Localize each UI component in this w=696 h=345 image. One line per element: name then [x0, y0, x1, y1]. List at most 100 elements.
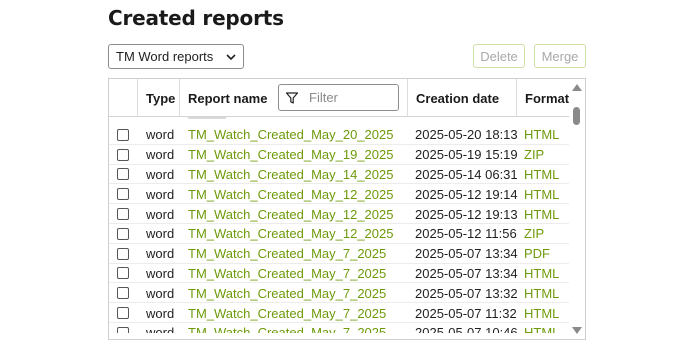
row-creation-date: 2025-05-07 13:34	[415, 265, 518, 281]
row-checkbox-cell[interactable]	[117, 224, 129, 244]
table-row[interactable]: word TM_Watch_Created_May_20_2025 2025-05-…	[109, 125, 569, 145]
table-header: Type Report name Creation date Format	[109, 79, 569, 117]
row-checkbox-cell[interactable]	[117, 283, 129, 303]
table-row[interactable]: word TM_Watch_Created_May_7_2025 2025-05-0…	[109, 283, 569, 304]
row-checkbox[interactable]	[117, 227, 129, 240]
chevron-down-icon	[226, 54, 236, 61]
row-type: word	[146, 127, 175, 143]
row-report-name-link[interactable]: TM_Watch_Created_May_12_2025	[188, 204, 393, 224]
row-report-name-link[interactable]: TM_Watch_Created_May_7_2025	[188, 264, 386, 284]
row-checkbox[interactable]	[117, 326, 129, 333]
status-badge	[187, 117, 227, 119]
row-creation-date: 2025-05-07 13:32	[415, 285, 518, 301]
row-report-name-link[interactable]: TM_Watch_Created_May_14_2025	[188, 165, 393, 185]
row-creation-date: 2025-05-07 11:32	[415, 305, 517, 321]
row-checkbox[interactable]	[117, 148, 129, 161]
row-checkbox-cell[interactable]	[117, 165, 129, 185]
table-row[interactable]: word TM_Watch_Created_May_12_2025 2025-05-…	[109, 224, 569, 244]
row-creation-date: 2025-05-07 10:46	[415, 325, 518, 333]
row-type: word	[146, 226, 175, 242]
merge-button[interactable]: Merge	[534, 44, 586, 68]
row-checkbox[interactable]	[117, 168, 129, 181]
row-creation-date: 2025-05-07 13:34	[415, 246, 518, 262]
row-checkbox[interactable]	[117, 247, 129, 260]
row-checkbox[interactable]	[117, 128, 129, 141]
table-row[interactable]: word TM_Watch_Created_May_7_2025 2025-05-0…	[109, 323, 569, 333]
row-checkbox-cell[interactable]	[117, 125, 129, 145]
row-creation-date: 2025-05-12 19:14	[415, 186, 518, 202]
column-header-type[interactable]: Type	[138, 79, 180, 117]
row-format-link[interactable]: HTML	[524, 323, 559, 333]
row-format-link[interactable]: HTML	[524, 125, 559, 145]
header-select-column	[109, 79, 138, 117]
row-type: word	[146, 265, 175, 281]
row-report-name-link[interactable]: TM_Watch_Created_May_20_2025	[188, 125, 393, 145]
reports-table: Type Report name Creation date Format wo…	[108, 78, 586, 340]
vertical-scrollbar[interactable]	[569, 79, 585, 339]
table-row[interactable]: word TM_Watch_Created_May_14_2025 2025-05-…	[109, 165, 569, 185]
report-type-select-value: TM Word reports	[116, 49, 214, 64]
column-header-format[interactable]: Format	[517, 79, 569, 117]
row-type: word	[146, 285, 175, 301]
row-format-link[interactable]: PDF	[524, 244, 550, 264]
row-format-link[interactable]: HTML	[524, 204, 559, 224]
row-checkbox-cell[interactable]	[117, 303, 129, 323]
filter-input[interactable]	[309, 90, 389, 105]
delete-button[interactable]: Delete	[473, 44, 525, 68]
row-format-link[interactable]: HTML	[524, 184, 559, 204]
row-report-name-link[interactable]: TM_Watch_Created_May_12_2025	[188, 184, 393, 204]
clipped-row-top	[109, 117, 569, 121]
row-checkbox-cell[interactable]	[117, 204, 129, 224]
row-creation-date: 2025-05-12 11:56	[415, 226, 517, 242]
row-report-name-link[interactable]: TM_Watch_Created_May_12_2025	[188, 224, 393, 244]
table-row[interactable]: word TM_Watch_Created_May_7_2025 2025-05-0…	[109, 264, 569, 284]
row-format-link[interactable]: ZIP	[524, 224, 544, 244]
row-checkbox-cell[interactable]	[117, 264, 129, 284]
row-creation-date: 2025-05-19 15:19	[415, 147, 518, 163]
column-header-creation-date[interactable]: Creation date	[408, 79, 517, 117]
page-title: Created reports	[108, 6, 284, 30]
table-row[interactable]: word TM_Watch_Created_May_7_2025 2025-05-0…	[109, 244, 569, 264]
row-format-link[interactable]: ZIP	[524, 145, 544, 165]
row-report-name-link[interactable]: TM_Watch_Created_May_7_2025	[188, 283, 386, 303]
row-creation-date: 2025-05-12 19:13	[415, 206, 518, 222]
scrollbar-thumb[interactable]	[573, 107, 580, 125]
filter-field[interactable]	[278, 84, 399, 111]
row-report-name-link[interactable]: TM_Watch_Created_May_7_2025	[188, 244, 386, 264]
row-checkbox-cell[interactable]	[117, 323, 129, 333]
row-type: word	[146, 246, 175, 262]
row-checkbox-cell[interactable]	[117, 244, 129, 264]
row-creation-date: 2025-05-20 18:13	[415, 127, 518, 143]
row-checkbox[interactable]	[117, 208, 129, 221]
report-type-select[interactable]: TM Word reports	[108, 44, 244, 69]
table-row[interactable]: word TM_Watch_Created_May_7_2025 2025-05-0…	[109, 303, 569, 323]
row-checkbox-cell[interactable]	[117, 145, 129, 165]
row-checkbox[interactable]	[117, 287, 129, 300]
row-checkbox[interactable]	[117, 267, 129, 280]
column-header-report-name-label: Report name	[188, 90, 268, 106]
row-checkbox[interactable]	[117, 307, 129, 320]
row-format-link[interactable]: HTML	[524, 165, 559, 185]
row-format-link[interactable]: HTML	[524, 303, 559, 323]
table-row[interactable]: word TM_Watch_Created_May_19_2025 2025-05-…	[109, 145, 569, 165]
row-report-name-link[interactable]: TM_Watch_Created_May_7_2025	[188, 303, 386, 323]
scroll-down-arrow-icon[interactable]	[572, 327, 582, 335]
row-type: word	[146, 147, 175, 163]
row-creation-date: 2025-05-14 06:31	[415, 166, 518, 182]
row-checkbox-cell[interactable]	[117, 184, 129, 204]
row-type: word	[146, 186, 175, 202]
row-report-name-link[interactable]: TM_Watch_Created_May_7_2025	[188, 323, 386, 333]
table-body: word TM_Watch_Created_May_20_2025 2025-05-…	[109, 117, 569, 339]
scroll-up-arrow-icon[interactable]	[572, 83, 582, 91]
row-checkbox[interactable]	[117, 188, 129, 201]
row-type: word	[146, 206, 175, 222]
row-report-name-link[interactable]: TM_Watch_Created_May_19_2025	[188, 145, 393, 165]
row-format-link[interactable]: HTML	[524, 283, 559, 303]
row-type: word	[146, 166, 175, 182]
table-row[interactable]: word TM_Watch_Created_May_12_2025 2025-05-…	[109, 204, 569, 224]
table-rows: word TM_Watch_Created_May_20_2025 2025-05-…	[109, 125, 569, 333]
row-format-link[interactable]: HTML	[524, 264, 559, 284]
table-row[interactable]: word TM_Watch_Created_May_12_2025 2025-05-…	[109, 184, 569, 205]
row-type: word	[146, 305, 175, 321]
filter-icon	[285, 91, 299, 104]
